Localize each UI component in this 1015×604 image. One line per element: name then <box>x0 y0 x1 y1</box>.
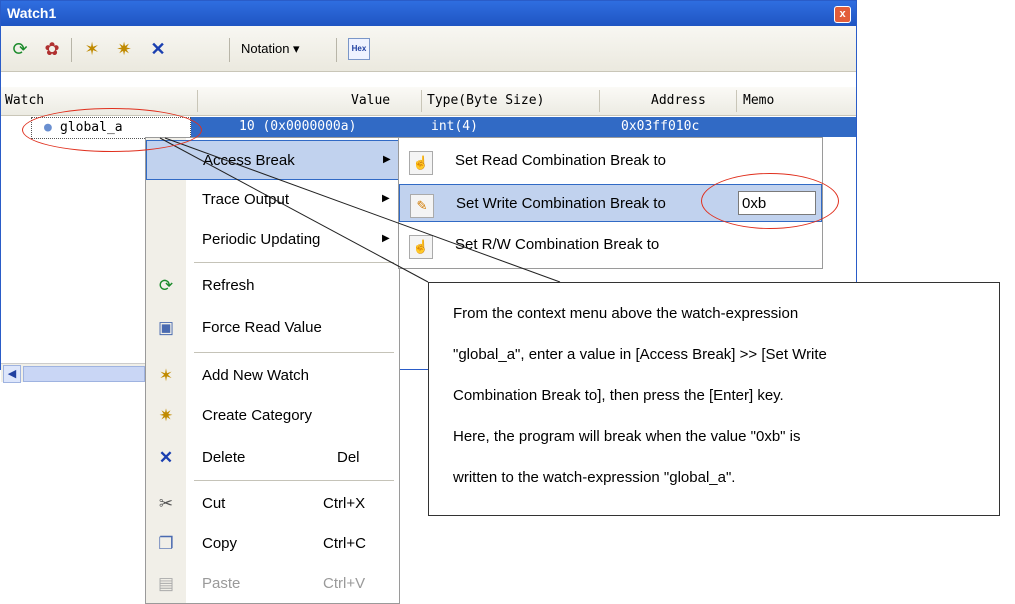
highlight-ellipse <box>22 108 202 152</box>
callout-line: Combination Break to], then press the [E… <box>453 387 784 404</box>
callout-line: written to the watch-expression "global_… <box>453 469 736 486</box>
callout-line: "global_a", enter a value in [Access Bre… <box>453 346 827 363</box>
highlight-ellipse <box>701 173 839 229</box>
callout-line: Here, the program will break when the va… <box>453 428 801 445</box>
callout-line: From the context menu above the watch-ex… <box>453 305 799 322</box>
callout-box: From the context menu above the watch-ex… <box>428 282 1000 516</box>
